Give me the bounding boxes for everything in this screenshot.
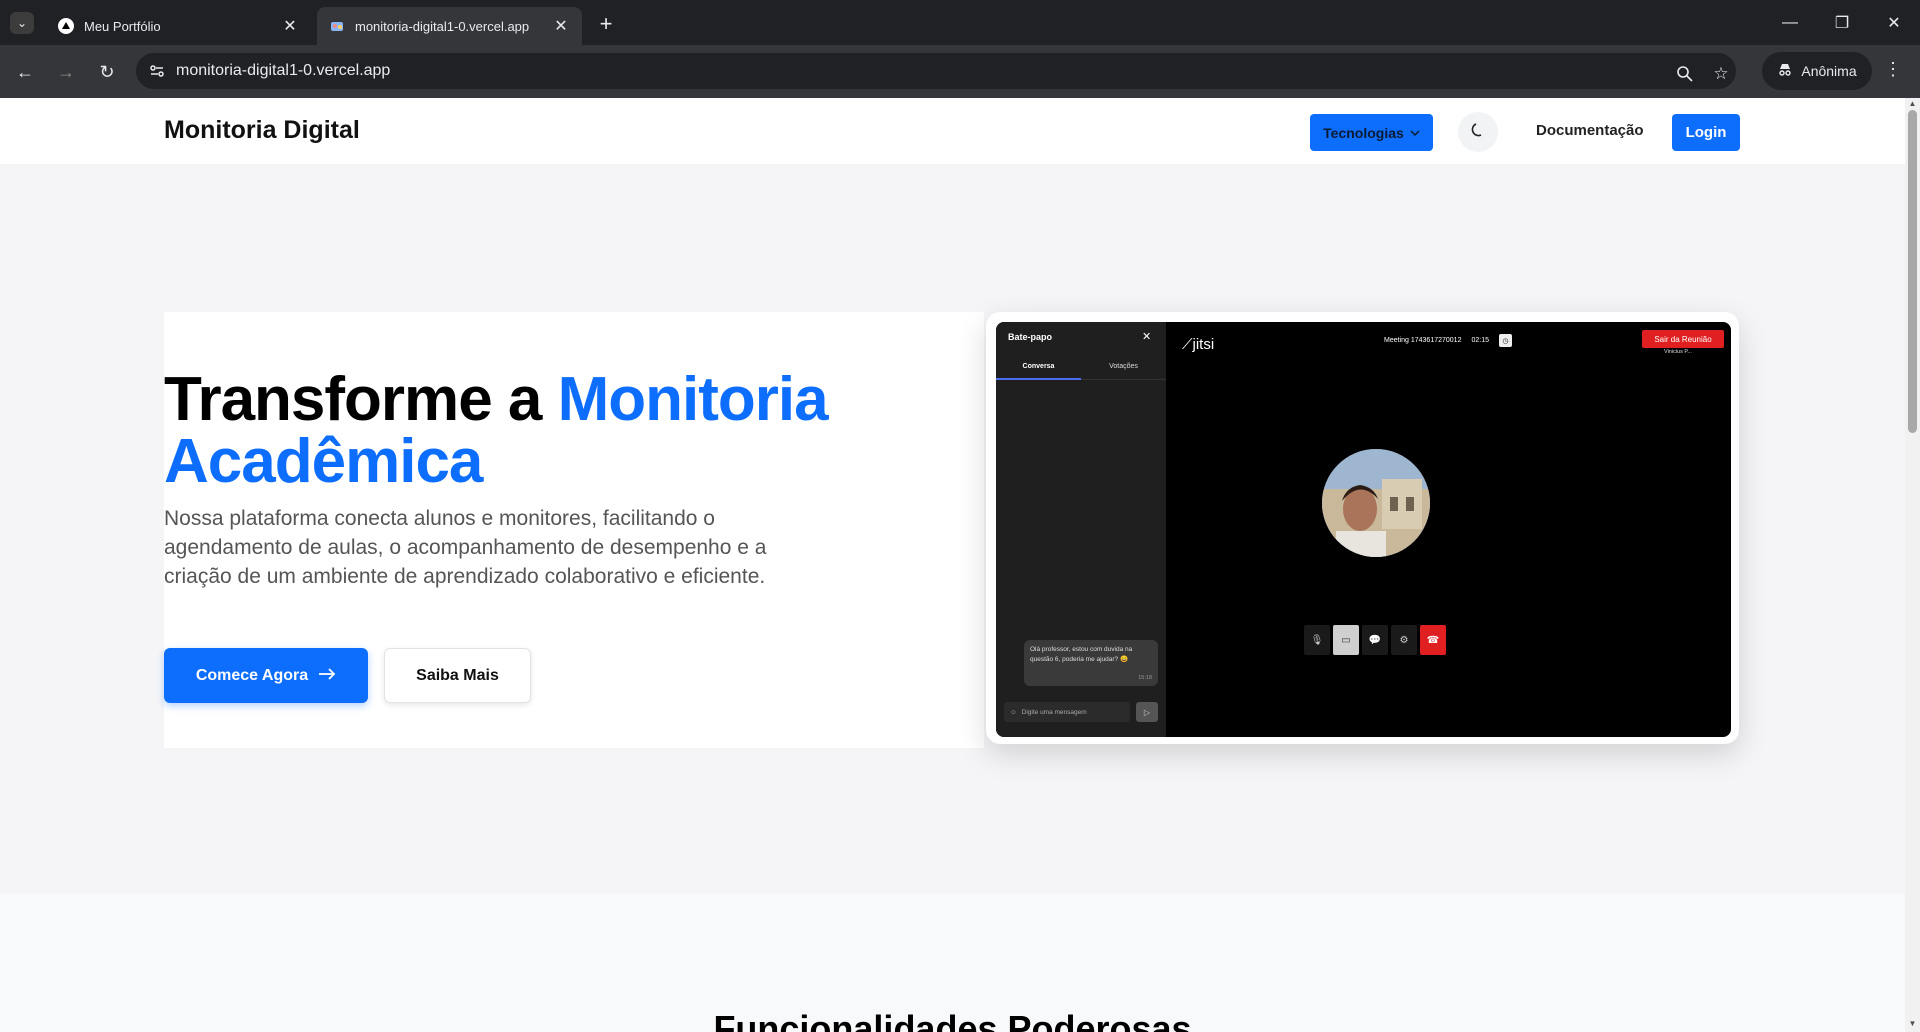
meeting-info-icon: ◷ — [1499, 334, 1512, 347]
technologies-dropdown[interactable]: Tecnologias — [1310, 114, 1433, 151]
technologies-label: Tecnologias — [1323, 124, 1404, 141]
address-bar[interactable]: monitoria-digital1-0.vercel.app ☆ — [136, 53, 1736, 89]
chat-icon: 💬 — [1362, 625, 1388, 655]
new-tab-button[interactable]: + — [592, 10, 620, 38]
hangup-icon: ☎ — [1420, 625, 1446, 655]
chat-title: Bate-papo — [1008, 332, 1053, 342]
forward-button[interactable]: → — [51, 57, 81, 87]
meeting-name: Meeting 1743617270012 — [1384, 337, 1462, 344]
get-started-label: Comece Agora — [195, 666, 309, 684]
page-viewport: Monitoria Digital Tecnologias Documentaç… — [0, 98, 1905, 1032]
chevron-down-icon — [1410, 125, 1420, 141]
site-favicon-icon — [329, 18, 345, 34]
restore-button[interactable]: ❐ — [1816, 0, 1868, 45]
restore-icon: ❐ — [1834, 14, 1850, 32]
features-section-title: Funcionalidades Poderosas — [713, 1008, 1192, 1032]
brand-logo[interactable]: Monitoria Digital — [164, 116, 360, 145]
learn-more-button[interactable]: Saiba Mais — [384, 648, 531, 703]
scroll-up-icon[interactable]: ▲ — [1908, 100, 1917, 108]
get-started-button[interactable]: Comece Agora — [164, 648, 368, 703]
browser-menu-button[interactable]: ⋮ — [1884, 59, 1902, 80]
reload-icon: ↻ — [99, 61, 115, 82]
meeting-screenshot-card: Bate-papo ✕ Conversa Votações Olá profes… — [986, 312, 1739, 744]
headline-text: Transforme a — [164, 365, 558, 434]
moon-icon — [1469, 121, 1487, 144]
login-button[interactable]: Login — [1672, 114, 1740, 151]
more-vertical-icon: ⋮ — [1884, 59, 1902, 79]
microphone-off-icon: 🎙 — [1304, 625, 1330, 655]
browser-tab-portfolio[interactable]: Meu Portfólio ✕ — [46, 7, 311, 45]
scrollbar-thumb[interactable] — [1908, 110, 1917, 433]
participant-avatar — [1322, 449, 1430, 557]
profile-label: Anônima — [1801, 63, 1857, 79]
chat-message: Olá professor, estou com duvida na quest… — [1024, 640, 1158, 686]
minimize-button[interactable]: — — [1764, 0, 1816, 45]
chat-input-placeholder: Digite uma mensagem — [1021, 708, 1087, 716]
browser-toolbar: ← → ↻ monitoria-digital1-0.vercel.app ☆ … — [0, 45, 1920, 98]
close-icon: ✕ — [1887, 14, 1901, 32]
emoji-icon: ☺ — [1010, 708, 1017, 716]
tab-close-icon[interactable]: ✕ — [281, 16, 299, 36]
tab-close-icon[interactable]: ✕ — [552, 16, 570, 36]
documentation-link[interactable]: Documentação — [1536, 122, 1644, 139]
leave-meeting-button: Sair da Reunião — [1642, 330, 1724, 348]
url-text: monitoria-digital1-0.vercel.app — [176, 62, 391, 79]
headline-highlight: Acadêmica — [164, 427, 483, 496]
message-text: Olá professor, estou com duvida na quest… — [1030, 646, 1133, 663]
chat-tabs: Conversa Votações — [996, 358, 1166, 380]
minimize-icon: — — [1782, 13, 1798, 31]
chat-input: ☺ Digite uma mensagem — [1004, 702, 1130, 722]
settings-icon: ⚙ — [1391, 625, 1417, 655]
page-scrollbar[interactable]: ▲ ▼ — [1905, 98, 1920, 1032]
incognito-icon — [1777, 62, 1793, 81]
close-window-button[interactable]: ✕ — [1868, 0, 1920, 45]
jitsi-logo: ⟋jitsi — [1182, 336, 1214, 353]
arrow-left-icon: ← — [16, 61, 34, 82]
hero-headline: Transforme a Monitoria Acadêmica — [164, 369, 829, 496]
message-time: 15:18 — [1138, 675, 1152, 681]
browser-tab-bar: ⌄ Meu Portfólio ✕ monitoria-digital1-0.v… — [0, 0, 1920, 45]
chevron-down-icon: ⌄ — [16, 16, 28, 30]
camera-off-icon: ▭ — [1333, 625, 1359, 655]
meeting-screenshot: Bate-papo ✕ Conversa Votações Olá profes… — [996, 322, 1731, 737]
tab-polls: Votações — [1109, 363, 1138, 370]
chat-panel: Bate-papo ✕ Conversa Votações Olá profes… — [996, 322, 1166, 737]
hero-section: Transforme a Monitoria Acadêmica Nossa p… — [0, 164, 1905, 894]
site-navbar: Monitoria Digital Tecnologias Documentaç… — [0, 98, 1905, 164]
reload-button[interactable]: ↻ — [92, 57, 122, 87]
tab-title: Meu Portfólio — [84, 18, 161, 34]
close-icon: ✕ — [1142, 331, 1152, 343]
zoom-icon[interactable] — [1672, 61, 1698, 87]
jitsi-mark-icon: ⟋ — [1182, 336, 1193, 353]
meeting-info: Meeting 1743617270012 02:15 ◷ — [1384, 334, 1512, 347]
back-button[interactable]: ← — [10, 57, 40, 87]
tab-search-menu-button[interactable]: ⌄ — [10, 12, 34, 34]
site-info-icon[interactable] — [148, 62, 166, 80]
tab-conversation: Conversa — [996, 363, 1081, 380]
participant-name: Vinicius P... — [1664, 349, 1692, 355]
arrow-right-icon — [318, 667, 336, 685]
scroll-down-icon[interactable]: ▼ — [1908, 1020, 1917, 1028]
meeting-timer: 02:15 — [1471, 337, 1489, 344]
theme-toggle-button[interactable] — [1458, 112, 1498, 152]
hero-content: Transforme a Monitoria Acadêmica Nossa p… — [164, 312, 984, 748]
incognito-profile-button[interactable]: Anônima — [1762, 52, 1872, 90]
meeting-controls: 🎙 ▭ 💬 ⚙ ☎ — [1304, 625, 1454, 657]
arrow-right-icon: → — [57, 61, 75, 82]
jitsi-logo-text: jitsi — [1192, 336, 1215, 353]
send-icon: ▷ — [1136, 702, 1158, 722]
browser-tab-monitoria[interactable]: monitoria-digital1-0.vercel.app ✕ — [317, 7, 582, 45]
plus-icon: + — [599, 11, 613, 36]
tab-title: monitoria-digital1-0.vercel.app — [355, 18, 530, 34]
hero-description: Nossa plataforma conecta alunos e monito… — [164, 507, 767, 588]
triangle-logo-icon — [58, 18, 74, 34]
headline-highlight: Monitoria — [557, 365, 829, 434]
bookmark-star-icon[interactable]: ☆ — [1708, 61, 1734, 87]
